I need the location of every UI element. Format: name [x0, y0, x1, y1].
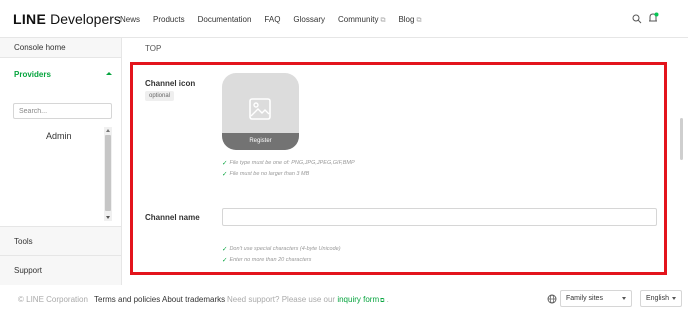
provider-list-scrollbar[interactable]	[104, 127, 112, 221]
nav-faq[interactable]: FAQ	[264, 15, 280, 25]
channel-name-label: Channel name	[145, 213, 200, 222]
hint-text: File must be no larger than 3 MB	[229, 171, 310, 177]
breadcrumb[interactable]: TOP	[145, 44, 161, 53]
sidebar-item-label: Providers	[14, 69, 51, 79]
hint-text: Enter no more than 20 characters	[229, 257, 312, 263]
scrollbar-thumb[interactable]	[105, 135, 111, 211]
terms-link[interactable]: Terms and policies	[94, 295, 160, 304]
caret-up-icon	[106, 72, 112, 75]
bell-icon[interactable]	[648, 12, 659, 24]
nav-community[interactable]: Community ⧉	[338, 15, 385, 25]
nav-products[interactable]: Products	[153, 15, 185, 25]
support-prefix: Need support? Please use our	[227, 295, 336, 304]
channel-name-input[interactable]	[222, 208, 657, 226]
provider-search-input[interactable]	[13, 103, 112, 119]
sidebar-item-support[interactable]: Support	[0, 256, 121, 285]
icon-hint-filetype: ✓ File type must be one of: PNG,JPG,JPEG,…	[222, 159, 355, 167]
nav-blog[interactable]: Blog ⧉	[398, 15, 421, 25]
image-placeholder-icon	[249, 98, 271, 120]
sidebar-item-providers[interactable]: Providers	[0, 58, 121, 90]
search-icon[interactable]	[632, 14, 642, 24]
chevron-down-icon	[622, 297, 626, 300]
external-link-icon: ⧉	[416, 17, 422, 24]
logo-developers-text: Developers	[50, 11, 121, 27]
main-scrollbar-thumb[interactable]	[680, 118, 683, 160]
support-suffix: .	[386, 295, 389, 304]
external-link-icon: ⧉	[380, 298, 385, 304]
footer: © LINE Corporation Terms and policies Ab…	[0, 285, 688, 317]
nav-blog-label: Blog	[398, 15, 415, 24]
trademarks-link[interactable]: About trademarks	[162, 295, 225, 304]
nav-documentation[interactable]: Documentation	[198, 15, 252, 25]
language-select[interactable]: English	[640, 290, 682, 307]
name-hint-characters: ✓ Don't use special characters (4-byte Un…	[222, 245, 341, 253]
family-sites-value: Family sites	[566, 295, 603, 302]
provider-list: Admin	[13, 126, 112, 221]
provider-item-admin[interactable]: Admin	[46, 131, 72, 141]
inquiry-form-link[interactable]: inquiry form	[337, 295, 379, 304]
sidebar: Console home Providers Admin Tools Suppo…	[0, 38, 122, 285]
check-icon: ✓	[222, 246, 228, 253]
chevron-down-icon	[672, 297, 676, 300]
channel-icon-upload[interactable]: Register	[222, 73, 299, 150]
channel-icon-label: Channel icon	[145, 79, 196, 88]
check-icon: ✓	[222, 257, 228, 264]
scroll-down-arrow-icon[interactable]	[106, 216, 110, 219]
check-icon: ✓	[222, 160, 228, 167]
top-header: LINE Developers News Products Documentati…	[0, 0, 688, 38]
family-sites-select[interactable]: Family sites	[560, 290, 632, 307]
line-developers-logo[interactable]: LINE Developers	[13, 11, 121, 27]
sidebar-item-label: Support	[14, 266, 43, 275]
check-icon: ✓	[222, 171, 228, 178]
main-nav: News Products Documentation FAQ Glossary…	[120, 15, 421, 25]
support-text: Need support? Please use our inquiry for…	[227, 295, 389, 305]
sidebar-item-label: Tools	[14, 236, 33, 246]
sidebar-item-label: Console home	[14, 43, 66, 52]
nav-glossary[interactable]: Glossary	[293, 15, 325, 25]
globe-icon	[547, 294, 557, 304]
logo-line-text: LINE	[13, 11, 47, 27]
register-button[interactable]: Register	[222, 133, 299, 150]
scroll-up-arrow-icon[interactable]	[106, 129, 110, 132]
hint-text: File type must be one of: PNG,JPG,JPEG,G…	[229, 160, 355, 166]
nav-community-label: Community	[337, 15, 379, 24]
highlight-box	[130, 62, 667, 275]
sidebar-item-console-home[interactable]: Console home	[0, 38, 121, 58]
icon-hint-filesize: ✓ File must be no larger than 3 MB	[222, 170, 309, 178]
sidebar-item-tools[interactable]: Tools	[0, 226, 121, 256]
copyright-text: © LINE Corporation	[18, 295, 88, 304]
language-value: English	[646, 295, 669, 302]
name-hint-length: ✓ Enter no more than 20 characters	[222, 256, 311, 264]
external-link-icon: ⧉	[380, 17, 386, 24]
optional-badge: optional	[145, 91, 175, 101]
nav-news[interactable]: News	[120, 15, 140, 25]
hint-text: Don't use special characters (4-byte Uni…	[229, 246, 341, 252]
